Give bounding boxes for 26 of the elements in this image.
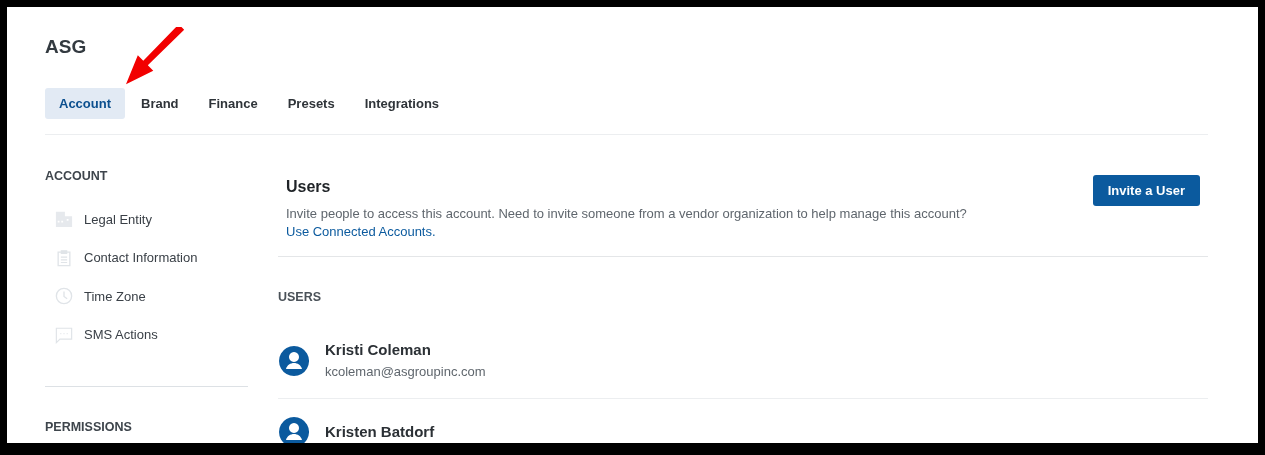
building-icon — [55, 210, 73, 229]
tab[interactable]: Account — [45, 88, 125, 119]
clock-icon — [55, 287, 73, 306]
tab[interactable]: Presets — [273, 88, 349, 119]
page-title: ASG — [45, 35, 88, 59]
user-email: kcoleman@asgroupinc.com — [325, 363, 486, 381]
user-name: Kristen Batdorf — [325, 423, 435, 441]
section-title: Users — [285, 177, 332, 197]
connected-accounts-link[interactable]: Use Connected Accounts. — [278, 223, 436, 241]
chat-icon — [55, 325, 73, 344]
sidebar-item[interactable]: Time Zone — [45, 277, 248, 316]
sidebar-item[interactable]: SMS Actions — [45, 315, 248, 354]
tab[interactable]: Integrations — [350, 88, 454, 119]
user-avatar-icon — [279, 346, 309, 376]
clipboard-icon — [55, 248, 73, 267]
sidebar-heading: PERMISSIONS — [45, 419, 133, 436]
sidebar-item[interactable]: Legal Entity — [45, 200, 248, 239]
description-text: Invite people to access this account. Need to invite someone from a vendor organization to help manage this account? — [285, 205, 967, 223]
sidebar-item[interactable]: Contact Information — [45, 238, 248, 277]
sidebar-heading: ACCOUNT — [45, 168, 109, 185]
invite-user-button[interactable]: Invite a User — [1092, 175, 1200, 206]
users-heading: USERS — [278, 289, 323, 305]
tab[interactable]: Finance — [194, 88, 272, 119]
user-name: Kristi Coleman — [325, 341, 432, 359]
tab[interactable]: Brand — [127, 88, 193, 119]
user-avatar-icon — [279, 417, 309, 443]
